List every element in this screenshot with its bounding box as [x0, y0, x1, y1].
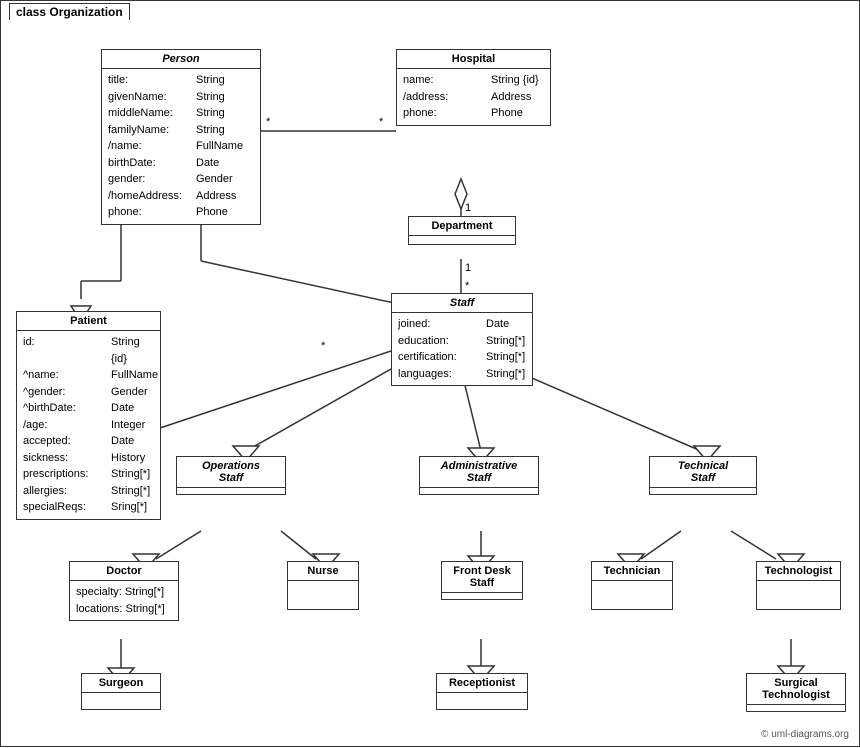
svg-text:1: 1 — [465, 202, 471, 214]
class-nurse: Nurse — [287, 561, 359, 610]
class-patient-name: Patient — [17, 312, 160, 331]
class-technical-staff-name: TechnicalStaff — [650, 457, 756, 488]
svg-text:*: * — [321, 340, 326, 352]
class-surgical-technologist: SurgicalTechnologist — [746, 673, 846, 712]
class-doctor: Doctor specialty: String[*] locations: S… — [69, 561, 179, 621]
class-technologist: Technologist — [756, 561, 841, 610]
class-receptionist-name: Receptionist — [437, 674, 527, 693]
class-doctor-body: specialty: String[*] locations: String[*… — [70, 581, 178, 620]
class-technical-staff: TechnicalStaff — [649, 456, 757, 495]
class-operations-staff: OperationsStaff — [176, 456, 286, 495]
class-surgeon-name: Surgeon — [82, 674, 160, 693]
class-technician-name: Technician — [592, 562, 672, 581]
class-staff: Staff joined:Date education:String[*] ce… — [391, 293, 533, 386]
class-technician: Technician — [591, 561, 673, 610]
svg-text:1: 1 — [465, 262, 471, 274]
class-person: Person title:String givenName:String mid… — [101, 49, 261, 225]
class-person-name: Person — [102, 50, 260, 69]
class-department-name: Department — [409, 217, 515, 236]
class-doctor-name: Doctor — [70, 562, 178, 581]
class-technologist-name: Technologist — [757, 562, 840, 581]
class-department: Department — [408, 216, 516, 245]
class-hospital-name: Hospital — [397, 50, 550, 69]
class-staff-body: joined:Date education:String[*] certific… — [392, 313, 532, 385]
class-department-body — [409, 236, 515, 244]
class-staff-name: Staff — [392, 294, 532, 313]
class-surgical-technologist-name: SurgicalTechnologist — [747, 674, 845, 705]
copyright: © uml-diagrams.org — [761, 729, 849, 740]
class-nurse-name: Nurse — [288, 562, 358, 581]
class-patient-body: id:String {id} ^name:FullName ^gender:Ge… — [17, 331, 160, 519]
diagram-title: class Organization — [9, 3, 130, 20]
class-operations-staff-name: OperationsStaff — [177, 457, 285, 488]
class-hospital-body: name:String {id} /address:Address phone:… — [397, 69, 550, 125]
class-administrative-staff: AdministrativeStaff — [419, 456, 539, 495]
class-front-desk-staff-name: Front DeskStaff — [442, 562, 522, 593]
diagram-container: class Organization * * 1 * 1 * * * — [0, 0, 860, 747]
class-patient: Patient id:String {id} ^name:FullName ^g… — [16, 311, 161, 520]
class-front-desk-staff: Front DeskStaff — [441, 561, 523, 600]
svg-text:*: * — [465, 280, 470, 292]
class-surgeon: Surgeon — [81, 673, 161, 710]
class-receptionist: Receptionist — [436, 673, 528, 710]
class-person-body: title:String givenName:String middleName… — [102, 69, 260, 224]
svg-text:*: * — [266, 116, 271, 128]
svg-text:*: * — [379, 116, 384, 128]
class-administrative-staff-name: AdministrativeStaff — [420, 457, 538, 488]
class-hospital: Hospital name:String {id} /address:Addre… — [396, 49, 551, 126]
